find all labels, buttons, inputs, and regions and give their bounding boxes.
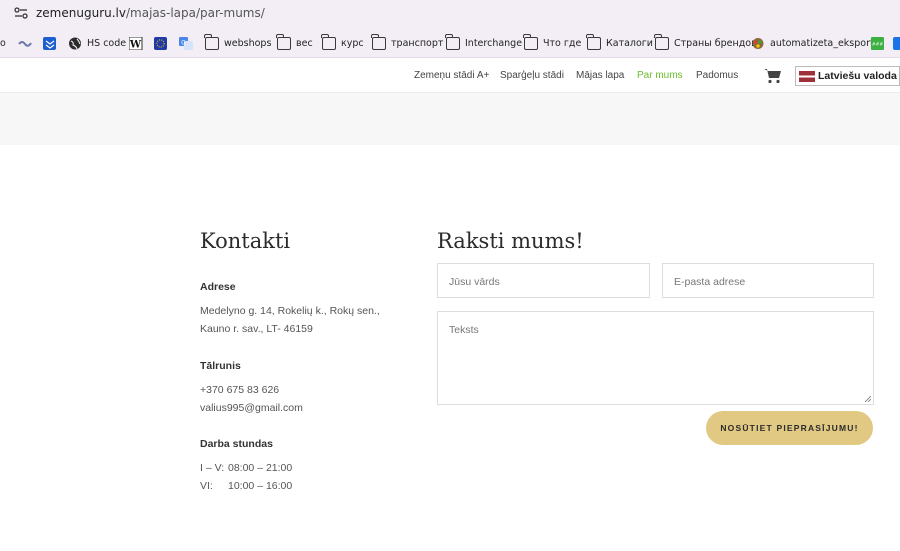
language-label: Latviešu valoda xyxy=(818,70,897,82)
hours-list: I – V: 08:00 – 21:00 VI: 10:00 – 16:00 xyxy=(200,459,292,495)
bookmark-label: о xyxy=(0,37,6,49)
resize-grip-icon[interactable] xyxy=(865,396,871,402)
latvia-flag-icon xyxy=(799,70,815,82)
nav-link-padomus[interactable]: Padomus xyxy=(696,70,738,81)
nav-link-zemenu-stadi[interactable]: Zemeņu stādi A+ xyxy=(414,70,489,81)
nav-link-par-mums[interactable]: Par mums xyxy=(637,70,683,81)
address-text: Medelyno g. 14, Rokelių k., Rokų sen., K… xyxy=(200,302,380,338)
folder-icon xyxy=(445,33,460,50)
bookmark-label: Страны брендов xyxy=(674,37,757,49)
bookmark-folder-transport[interactable]: транспорт xyxy=(371,33,444,51)
folder-icon xyxy=(586,33,601,50)
hours-day: VI: xyxy=(200,480,213,492)
url-host: zemenuguru.lv xyxy=(36,6,126,20)
chevron-down-icon: ⌵ xyxy=(890,72,897,81)
bookmark-hs-code[interactable]: HS code xyxy=(68,35,126,51)
svg-text:W: W xyxy=(129,39,142,50)
bookmark-folder-katalogi[interactable]: Каталоги xyxy=(586,33,653,51)
url-text[interactable]: zemenuguru.lv/majas-lapa/par-mums/ xyxy=(36,6,265,20)
contacts-heading: Kontakti xyxy=(200,229,291,253)
cart-icon[interactable] xyxy=(764,68,782,84)
eu-flag-icon xyxy=(154,36,167,50)
green-app-icon: ### xyxy=(871,36,884,50)
svg-text:###: ### xyxy=(872,41,884,47)
bookmark-folder-ves[interactable]: вес xyxy=(276,33,313,51)
folder-icon xyxy=(276,33,291,50)
message-placeholder: Teksts xyxy=(449,324,479,336)
bookmark-folder-webshops[interactable]: webshops xyxy=(204,33,272,51)
bookmark-label: webshops xyxy=(224,37,272,49)
bookmarks-bar: о HS code W G webshops вес курс транспор… xyxy=(0,27,900,58)
bookmark-folder-strany[interactable]: Страны брендов xyxy=(654,33,757,51)
bookmark-partial[interactable]: о xyxy=(0,35,6,51)
w-icon: W xyxy=(129,36,143,50)
app-icon xyxy=(752,37,764,49)
folder-icon xyxy=(204,33,219,50)
site-info-icon[interactable] xyxy=(14,7,28,19)
globe-icon xyxy=(69,37,81,49)
bookmark-w[interactable]: W xyxy=(129,35,148,51)
hours-row: VI: 10:00 – 16:00 xyxy=(200,477,292,495)
bookmark-extension[interactable] xyxy=(893,35,900,51)
hours-time: 10:00 – 16:00 xyxy=(228,480,293,492)
svg-text:G: G xyxy=(181,39,186,46)
bookmark-link[interactable] xyxy=(18,35,37,51)
bookmark-label: automatizeta_eksport... xyxy=(770,37,883,49)
bookmark-label: HS code xyxy=(87,37,127,49)
bookmark-label: курс xyxy=(341,37,364,49)
bookmark-green-app[interactable]: ### xyxy=(871,35,890,51)
link-icon xyxy=(18,40,32,47)
nav-link-spargelu-stadi[interactable]: Sparģeļu stādi xyxy=(500,70,564,81)
url-path: /majas-lapa/par-mums/ xyxy=(125,6,265,20)
address-line-2: Kauno r. sav., LT- 46159 xyxy=(200,323,313,335)
language-selector[interactable]: Latviešu valoda ⌵ xyxy=(795,66,900,86)
phone-label: Tālrunis xyxy=(200,360,241,372)
hours-row: I – V: 08:00 – 21:00 xyxy=(200,459,292,477)
bookmark-automatizeta[interactable]: automatizeta_eksport... xyxy=(751,35,883,51)
site-header: Zemeņu stādi A+ Sparģeļu stādi Mājas lap… xyxy=(0,58,900,93)
address-line-1: Medelyno g. 14, Rokelių k., Rokų sen., xyxy=(200,305,380,317)
email-address[interactable]: valius995@gmail.com xyxy=(200,399,303,417)
bookmark-label: транспорт xyxy=(391,37,444,49)
bookmark-dropbox[interactable] xyxy=(43,35,62,51)
bookmark-folder-kurs[interactable]: курс xyxy=(321,33,364,51)
bookmark-label: Interchange xyxy=(465,37,523,49)
email-field[interactable]: E-pasta adrese xyxy=(662,263,874,298)
bookmark-folder-chto-gde[interactable]: Что где xyxy=(523,33,582,51)
hours-label: Darba stundas xyxy=(200,438,273,450)
message-textarea[interactable]: Teksts xyxy=(437,311,874,405)
bookmark-folder-interchange[interactable]: Interchange xyxy=(445,33,523,51)
folder-icon xyxy=(523,33,538,50)
contact-form-heading: Raksti mums! xyxy=(437,229,584,253)
bookmark-translate[interactable]: G xyxy=(179,35,198,51)
translate-icon: G xyxy=(179,36,193,50)
extension-icon xyxy=(893,36,900,50)
folder-icon xyxy=(371,33,386,50)
nav-link-majas-lapa[interactable]: Mājas lapa xyxy=(576,70,624,81)
page-banner xyxy=(0,93,900,145)
phone-number[interactable]: +370 675 83 626 xyxy=(200,381,303,399)
phone-email-text: +370 675 83 626 valius995@gmail.com xyxy=(200,381,303,417)
bookmark-label: Что где xyxy=(543,37,582,49)
folder-icon xyxy=(654,33,669,50)
hours-day: I – V: xyxy=(200,462,225,474)
submit-button[interactable]: NOSŪTIET PIEPRASĪJUMU! xyxy=(706,411,873,445)
address-label: Adrese xyxy=(200,281,236,293)
bookmark-label: вес xyxy=(296,37,313,49)
hours-time: 08:00 – 21:00 xyxy=(228,462,293,474)
name-field[interactable]: Jūsu vārds xyxy=(437,263,650,298)
bookmark-label: Каталоги xyxy=(606,37,653,49)
bookmark-eu[interactable] xyxy=(154,35,173,51)
dropbox-icon xyxy=(43,36,56,50)
browser-address-bar[interactable]: zemenuguru.lv/majas-lapa/par-mums/ xyxy=(0,0,900,27)
folder-icon xyxy=(321,33,336,50)
